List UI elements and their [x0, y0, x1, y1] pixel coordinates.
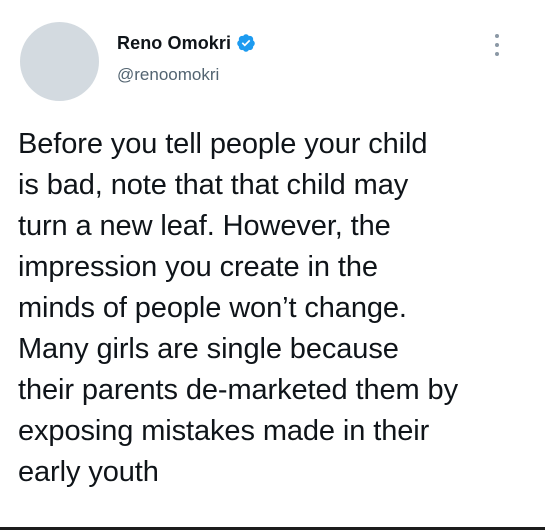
- tweet-text-line: exposing mistakes made in their: [18, 415, 430, 447]
- tweet-text-line: impression you create in the: [18, 251, 378, 283]
- tweet-text-line: is bad, note that that child may: [18, 169, 409, 201]
- verified-badge-icon: [236, 33, 256, 53]
- tweet-header: Reno Omokri @renoomokri: [20, 22, 525, 102]
- tweet-card: Reno Omokri @renoomokri Before you tell …: [0, 0, 545, 530]
- tweet-text-line: Many girls are single because: [18, 333, 399, 365]
- author-handle[interactable]: @renoomokri: [117, 65, 256, 85]
- tweet-text-line: their parents de-marketed them by: [18, 374, 458, 406]
- more-dot-icon: [495, 34, 499, 38]
- more-dot-icon: [495, 52, 499, 56]
- author-name-row: Reno Omokri: [117, 30, 256, 56]
- tweet-text-line: minds of people won’t change.: [18, 292, 407, 324]
- author-display-name[interactable]: Reno Omokri: [117, 33, 231, 54]
- tweet-text: Before you tell people your child is bad…: [18, 124, 528, 493]
- more-options-icon[interactable]: [493, 34, 501, 56]
- more-dot-icon: [495, 43, 499, 47]
- avatar[interactable]: [20, 22, 99, 101]
- tweet-text-line: Before you tell people your child: [18, 128, 428, 160]
- tweet-text-line: turn a new leaf. However, the: [18, 210, 391, 242]
- tweet-text-line: early youth: [18, 456, 159, 488]
- author-identity: Reno Omokri @renoomokri: [117, 30, 256, 85]
